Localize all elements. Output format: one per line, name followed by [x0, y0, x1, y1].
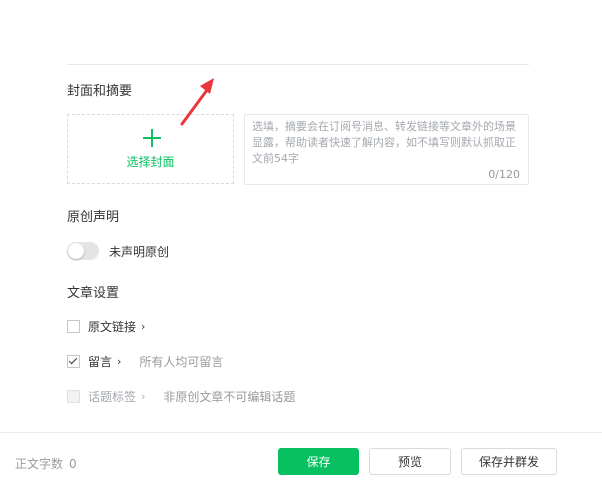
topic-tags-label: 话题标签 — [88, 389, 137, 404]
original-link-label[interactable]: 原文链接 — [88, 318, 136, 335]
original-link-checkbox[interactable] — [67, 319, 80, 333]
annotation-arrow-icon — [180, 78, 214, 126]
topic-tags-checkbox — [67, 389, 80, 403]
footer-divider — [0, 432, 602, 433]
comments-label[interactable]: 留言 — [88, 353, 112, 370]
comments-checkbox[interactable] — [67, 354, 80, 368]
original-link-row: 原文链接 › — [67, 318, 163, 334]
summary-input[interactable] — [252, 119, 522, 167]
word-count-label: 正文字数 — [15, 457, 64, 471]
save-button[interactable]: 保存 — [278, 448, 359, 475]
plus-icon — [143, 129, 161, 147]
top-divider — [67, 64, 529, 65]
topic-tags-note: 非原创文章不可编辑话题 — [163, 389, 296, 404]
original-section-title: 原创声明 — [67, 210, 120, 225]
chevron-right-icon[interactable]: › — [117, 355, 121, 368]
comments-row: 留言 › 所有人均可留言 — [67, 353, 223, 369]
original-declaration-toggle[interactable] — [67, 242, 99, 260]
select-cover-label: 选择封面 — [126, 155, 175, 169]
topic-tags-row: 话题标签 › 非原创文章不可编辑话题 — [67, 388, 295, 404]
toggle-knob — [68, 243, 84, 259]
cover-section-title: 封面和摘要 — [67, 84, 133, 99]
checkmark-icon — [68, 355, 78, 364]
summary-char-counter: 0/120 — [488, 168, 520, 181]
word-count-value: 0 — [69, 457, 77, 471]
settings-section-title: 文章设置 — [67, 286, 120, 301]
chevron-right-icon: › — [141, 389, 146, 403]
original-declaration-label: 未声明原创 — [109, 245, 170, 259]
summary-field: 0/120 — [244, 114, 529, 185]
comments-note: 所有人均可留言 — [139, 354, 224, 369]
chevron-right-icon[interactable]: › — [141, 320, 145, 333]
save-and-publish-button[interactable]: 保存并群发 — [461, 448, 557, 475]
word-count: 正文字数 0 — [15, 455, 77, 472]
preview-button[interactable]: 预览 — [369, 448, 451, 475]
